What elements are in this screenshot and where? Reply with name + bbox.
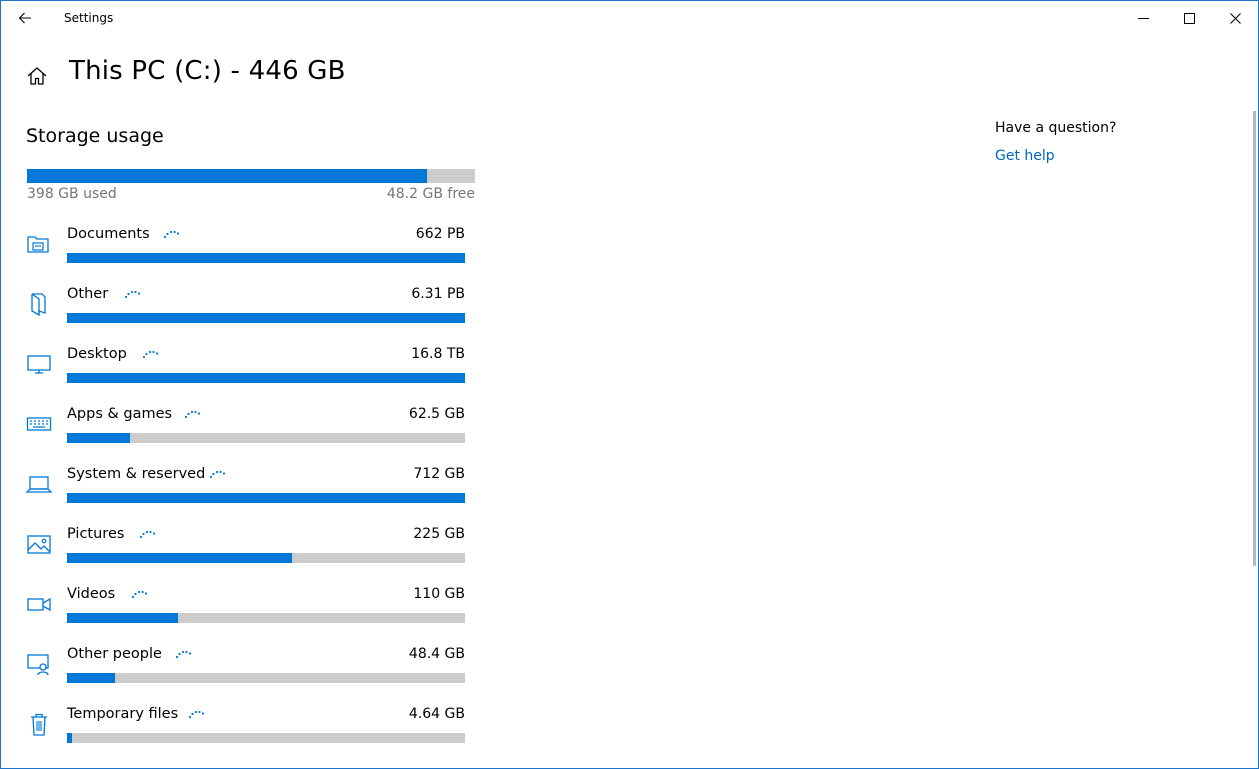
category-usage-bar — [67, 313, 465, 323]
storage-category-row[interactable]: System & reserved 712 GB — [1, 461, 481, 521]
category-size: 110 GB — [413, 586, 465, 602]
category-usage-bar — [67, 613, 465, 623]
category-usage-fill — [67, 553, 292, 563]
loading-spinner-icon — [209, 464, 227, 479]
storage-category-list: Documents 662 PB Other 6.31 PB Desktop 16.8 T… — [1, 221, 481, 761]
used-space-label: 398 GB used — [27, 186, 117, 202]
laptop-icon — [25, 471, 53, 497]
storage-category-row[interactable]: Other people 48.4 GB — [1, 641, 481, 701]
minimize-button[interactable] — [1120, 1, 1166, 35]
category-size: 48.4 GB — [408, 646, 465, 662]
video-camera-icon — [26, 591, 52, 617]
documents-folder-icon — [26, 231, 52, 257]
category-usage-bar — [67, 493, 465, 503]
storage-category-row[interactable]: Temporary files 4.64 GB — [1, 701, 481, 761]
category-usage-fill — [67, 373, 465, 383]
category-usage-fill — [67, 493, 465, 503]
loading-spinner-icon — [131, 584, 149, 599]
category-usage-bar — [67, 733, 465, 743]
category-size: 4.64 GB — [408, 706, 465, 722]
maximize-button[interactable] — [1166, 1, 1212, 35]
back-arrow-icon — [18, 12, 31, 24]
storage-category-row[interactable]: Pictures 225 GB — [1, 521, 481, 581]
title-bar: Settings — [1, 1, 1258, 35]
loading-spinner-icon — [188, 704, 206, 719]
category-usage-fill — [67, 253, 465, 263]
free-space-label: 48.2 GB free — [386, 186, 475, 202]
home-button[interactable] — [26, 65, 48, 87]
category-size: 62.5 GB — [408, 406, 465, 422]
close-icon — [1229, 12, 1241, 24]
get-help-link[interactable]: Get help — [995, 148, 1055, 164]
category-usage-fill — [67, 433, 130, 443]
desktop-monitor-icon — [26, 351, 52, 377]
category-name: Other people — [67, 646, 162, 662]
category-usage-fill — [67, 313, 465, 323]
loading-spinner-icon — [175, 644, 193, 659]
other-files-icon — [26, 291, 52, 317]
loading-spinner-icon — [139, 524, 157, 539]
category-name: Temporary files — [67, 706, 179, 722]
settings-window: Settings This PC (C:) - 446 GB Storage u… — [0, 0, 1259, 769]
picture-icon — [26, 531, 52, 557]
scrollbar[interactable] — [1253, 111, 1256, 566]
loading-spinner-icon — [184, 404, 202, 419]
minimize-icon — [1137, 17, 1149, 19]
help-question: Have a question? — [995, 120, 1117, 136]
category-usage-bar — [67, 433, 465, 443]
category-size: 6.31 PB — [411, 286, 465, 302]
category-usage-fill — [67, 733, 72, 743]
keyboard-icon — [26, 411, 52, 437]
app-title: Settings — [64, 11, 114, 25]
category-name: Other — [67, 286, 109, 302]
category-size: 662 PB — [415, 226, 465, 242]
loading-spinner-icon — [142, 344, 160, 359]
category-name: Pictures — [67, 526, 125, 542]
category-size: 225 GB — [413, 526, 465, 542]
overall-storage-fill — [27, 169, 427, 183]
category-size: 712 GB — [413, 466, 465, 482]
category-name: Apps & games — [67, 406, 173, 422]
back-button[interactable] — [1, 1, 49, 35]
storage-category-row[interactable]: Apps & games 62.5 GB — [1, 401, 481, 461]
trash-icon — [26, 711, 52, 737]
page-title: This PC (C:) - 446 GB — [69, 56, 346, 86]
category-name: Desktop — [67, 346, 127, 362]
category-size: 16.8 TB — [411, 346, 465, 362]
window-controls — [1120, 1, 1258, 35]
storage-category-row[interactable]: Documents 662 PB — [1, 221, 481, 281]
storage-category-row[interactable]: Desktop 16.8 TB — [1, 341, 481, 401]
overall-storage-bar — [27, 169, 475, 183]
category-name: System & reserved — [67, 466, 206, 482]
category-usage-bar — [67, 673, 465, 683]
maximize-icon — [1183, 12, 1195, 24]
category-usage-fill — [67, 673, 115, 683]
category-usage-bar — [67, 253, 465, 263]
category-name: Videos — [67, 586, 116, 602]
storage-category-row[interactable]: Videos 110 GB — [1, 581, 481, 641]
other-people-icon — [26, 651, 52, 677]
storage-usage-heading: Storage usage — [26, 125, 164, 147]
category-usage-fill — [67, 613, 179, 623]
loading-spinner-icon — [163, 224, 181, 239]
loading-spinner-icon — [124, 284, 142, 299]
category-usage-bar — [67, 373, 465, 383]
category-name: Documents — [67, 226, 150, 242]
close-button[interactable] — [1212, 1, 1258, 35]
category-usage-bar — [67, 553, 465, 563]
home-icon — [27, 67, 47, 85]
storage-category-row[interactable]: Other 6.31 PB — [1, 281, 481, 341]
